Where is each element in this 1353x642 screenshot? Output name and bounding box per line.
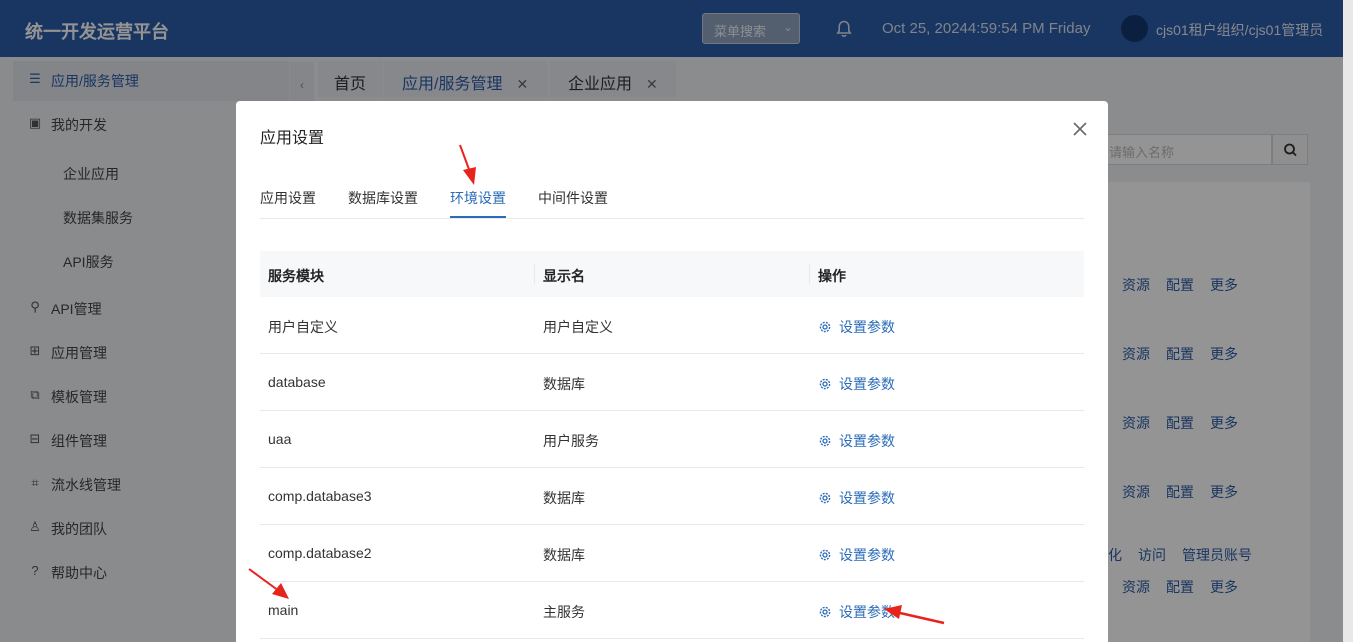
table-row: comp.database2 数据库 设置参数 <box>260 525 1084 582</box>
table-row: database 数据库 设置参数 <box>260 354 1084 411</box>
module-cell: comp.database2 <box>268 545 372 561</box>
close-icon[interactable] <box>1071 120 1089 138</box>
tab-middleware-settings[interactable]: 中间件设置 <box>538 188 608 208</box>
set-params-button[interactable]: 设置参数 <box>818 431 895 451</box>
module-cell: uaa <box>268 431 292 447</box>
table-row: 用户自定义 用户自定义 设置参数 <box>260 297 1084 354</box>
page-scrollbar[interactable] <box>1343 0 1353 642</box>
gear-icon <box>819 606 831 618</box>
action-label: 设置参数 <box>839 376 895 392</box>
tab-app-settings[interactable]: 应用设置 <box>260 188 316 208</box>
display-name-cell: 用户自定义 <box>543 319 613 335</box>
module-cell: 用户自定义 <box>268 319 338 335</box>
action-label: 设置参数 <box>839 319 895 335</box>
tab-database-settings[interactable]: 数据库设置 <box>348 188 418 208</box>
active-tab-indicator <box>450 216 506 218</box>
app-settings-modal: 应用设置 应用设置 数据库设置 环境设置 中间件设置 服务模块 显示名 操作 用… <box>236 101 1108 642</box>
action-label: 设置参数 <box>839 604 895 620</box>
column-divider <box>809 264 810 284</box>
display-name-cell: 数据库 <box>543 490 585 506</box>
set-params-button[interactable]: 设置参数 <box>818 374 895 394</box>
column-header: 服务模块 <box>268 268 324 284</box>
display-name-cell: 数据库 <box>543 376 585 392</box>
tab-environment-settings[interactable]: 环境设置 <box>450 188 506 208</box>
set-params-button[interactable]: 设置参数 <box>818 545 895 565</box>
gear-icon <box>819 492 831 504</box>
display-name-cell: 数据库 <box>543 547 585 563</box>
gear-icon <box>819 321 831 333</box>
set-params-button[interactable]: 设置参数 <box>818 488 895 508</box>
module-cell: comp.database3 <box>268 488 372 504</box>
action-label: 设置参数 <box>839 433 895 449</box>
column-divider <box>534 264 535 284</box>
table-row: comp.database3 数据库 设置参数 <box>260 468 1084 525</box>
set-params-button[interactable]: 设置参数 <box>818 602 895 622</box>
gear-icon <box>819 549 831 561</box>
module-cell: main <box>268 602 299 618</box>
column-header: 操作 <box>818 268 846 284</box>
table-row: main 主服务 设置参数 <box>260 582 1084 639</box>
column-header: 显示名 <box>543 268 585 284</box>
modal-tabs: 应用设置 数据库设置 环境设置 中间件设置 <box>260 186 1084 219</box>
set-params-button[interactable]: 设置参数 <box>818 317 895 337</box>
modal-title: 应用设置 <box>260 130 325 147</box>
module-cell: database <box>268 374 326 390</box>
table-header: 服务模块 显示名 操作 <box>260 251 1084 297</box>
display-name-cell: 主服务 <box>543 604 585 620</box>
action-label: 设置参数 <box>839 490 895 506</box>
gear-icon <box>819 435 831 447</box>
table-row: uaa 用户服务 设置参数 <box>260 411 1084 468</box>
action-label: 设置参数 <box>839 547 895 563</box>
display-name-cell: 用户服务 <box>543 433 599 449</box>
gear-icon <box>819 378 831 390</box>
